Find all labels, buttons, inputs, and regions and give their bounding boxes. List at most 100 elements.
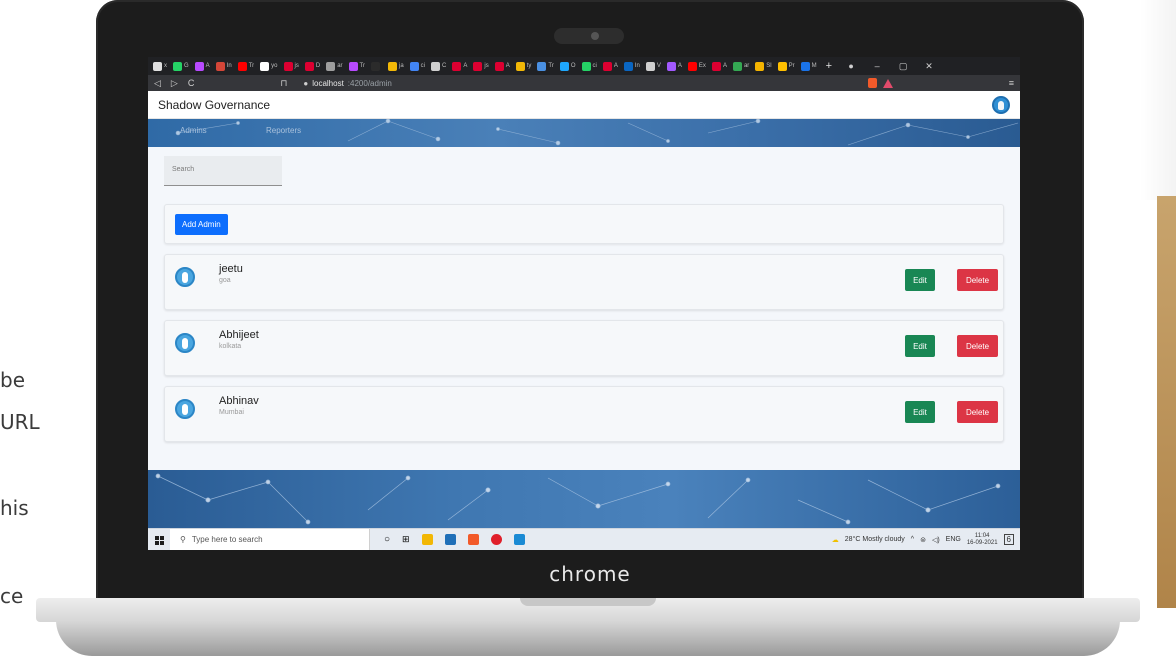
browser-tab[interactable]: O bbox=[558, 59, 578, 73]
browser-tab[interactable]: x bbox=[151, 59, 169, 73]
browser-tab-strip: x G A In Tr yo js Dar Tr ja ci C Ajs Aty Tr Oci A In V A Ex A… bbox=[148, 57, 1020, 75]
tab-label: Pr bbox=[788, 63, 795, 69]
language-indicator[interactable]: ENG bbox=[946, 536, 961, 543]
search-placeholder: Search bbox=[172, 166, 195, 173]
delete-button[interactable]: Delete bbox=[957, 335, 998, 357]
browser-tab[interactable]: js bbox=[471, 59, 490, 73]
tab-favicon-icon bbox=[687, 61, 697, 71]
delete-button[interactable]: Delete bbox=[957, 269, 998, 291]
bookmark-icon[interactable]: ⊓ bbox=[280, 78, 287, 89]
minimize-icon[interactable]: – bbox=[865, 61, 889, 71]
tab-label: ci bbox=[420, 63, 425, 69]
user-avatar-icon[interactable] bbox=[992, 95, 1010, 114]
wifi-icon[interactable]: ⊜ bbox=[920, 536, 926, 544]
browser-tab[interactable]: A bbox=[493, 59, 512, 73]
browser-tab[interactable]: ar bbox=[324, 59, 344, 73]
mail-icon[interactable] bbox=[444, 534, 456, 545]
app-title: Shadow Governance bbox=[158, 97, 271, 112]
tab-favicon-icon bbox=[581, 61, 591, 71]
tab-favicon-icon bbox=[304, 61, 314, 71]
url-field[interactable]: ● localhost:4200/admin bbox=[297, 77, 397, 89]
admin-name: Abhijeet bbox=[219, 329, 259, 341]
browser-tab[interactable]: V bbox=[644, 59, 663, 73]
delete-button[interactable]: Delete bbox=[957, 401, 998, 423]
browser-tab[interactable]: Pr bbox=[776, 59, 797, 73]
laptop-base-bottom bbox=[56, 620, 1120, 656]
edit-button[interactable]: Edit bbox=[905, 401, 935, 423]
browser-tab[interactable]: yo bbox=[258, 59, 279, 73]
weather-text[interactable]: 28°C Mostly cloudy bbox=[845, 536, 905, 543]
edit-button[interactable]: Edit bbox=[905, 269, 935, 291]
tab-favicon-icon bbox=[623, 61, 633, 71]
slide-gold-band bbox=[1157, 196, 1176, 608]
edit-button[interactable]: Edit bbox=[905, 335, 935, 357]
notification-icon[interactable]: 6 bbox=[1003, 534, 1014, 545]
tab-favicon-icon bbox=[431, 61, 440, 71]
brave-rewards-icon[interactable] bbox=[882, 78, 893, 88]
browser-tab[interactable]: D bbox=[303, 59, 322, 73]
webcam-bar bbox=[554, 28, 624, 44]
brave-shield-icon[interactable] bbox=[867, 78, 877, 88]
tab-favicon-icon bbox=[194, 61, 204, 71]
browser-tab[interactable]: ci bbox=[580, 59, 599, 73]
browser-tab[interactable]: Tr bbox=[535, 59, 555, 73]
back-icon[interactable]: ◁ bbox=[154, 78, 161, 89]
browser-tab[interactable]: ci bbox=[408, 59, 427, 73]
browser-tab[interactable]: js bbox=[282, 59, 301, 73]
search-input[interactable]: Search bbox=[164, 156, 282, 186]
task-view-icon[interactable]: ⊞ bbox=[402, 534, 410, 545]
add-admin-button[interactable]: Add Admin bbox=[175, 213, 228, 235]
tab-favicon-icon bbox=[515, 61, 525, 71]
windows-start-icon[interactable] bbox=[148, 529, 170, 551]
browser-tab[interactable]: C bbox=[429, 59, 448, 73]
browser-tab[interactable]: ar bbox=[731, 59, 751, 73]
tab-reporters[interactable]: Reporters bbox=[266, 126, 301, 135]
maximize-icon[interactable]: ▢ bbox=[891, 61, 915, 72]
file-explorer-icon[interactable] bbox=[421, 534, 433, 545]
tab-admins[interactable]: Admins bbox=[180, 126, 207, 135]
browser-tab[interactable]: ja bbox=[386, 59, 406, 73]
vscode-icon[interactable] bbox=[513, 534, 525, 545]
tab-favicon-icon bbox=[711, 61, 721, 71]
tab-label: Tr bbox=[548, 63, 554, 69]
screenshot-stage: be URL his ce x G A In Tr yo js Dar Tr ja ci C Ajs At… bbox=[0, 0, 1176, 656]
browser-tab[interactable]: A bbox=[665, 59, 684, 73]
tab-favicon-icon bbox=[283, 61, 293, 71]
tab-label: ar bbox=[337, 63, 343, 69]
tray-chevron-icon[interactable]: ^ bbox=[911, 536, 914, 543]
tab-favicon-icon bbox=[370, 61, 380, 71]
tab-label: A bbox=[677, 63, 682, 69]
reload-icon[interactable]: C bbox=[188, 78, 195, 88]
browser-tab[interactable]: A bbox=[601, 59, 620, 73]
browser-tab[interactable]: ty bbox=[514, 59, 534, 73]
close-icon[interactable]: ✕ bbox=[917, 61, 941, 72]
browser-tab[interactable]: In bbox=[622, 59, 642, 73]
browser-tab[interactable]: Sl bbox=[753, 59, 773, 73]
clock[interactable]: 11:04 16-09-2021 bbox=[967, 533, 998, 547]
taskbar-search-input[interactable]: ⚲ Type here to search bbox=[170, 528, 370, 550]
profile-icon[interactable]: ● bbox=[839, 61, 863, 71]
cortana-icon[interactable]: ○ bbox=[384, 534, 390, 545]
volume-icon[interactable]: ◁) bbox=[932, 536, 940, 544]
admin-avatar-icon bbox=[175, 399, 195, 419]
browser-tab[interactable]: Tr bbox=[347, 59, 367, 73]
browser-tab[interactable]: G bbox=[171, 59, 191, 73]
new-tab-button[interactable]: + bbox=[821, 60, 837, 72]
browser-tab[interactable]: Tr bbox=[236, 59, 256, 73]
slide-text-line: ce bbox=[0, 584, 24, 608]
forward-icon[interactable]: ▷ bbox=[171, 78, 178, 89]
browser-tab[interactable]: M bbox=[799, 59, 819, 73]
browser-tab[interactable]: A bbox=[710, 59, 729, 73]
browser-tab[interactable]: Ex bbox=[686, 59, 708, 73]
browser-menu-icon[interactable]: ≡ bbox=[1009, 78, 1014, 88]
browser-tab[interactable] bbox=[369, 59, 384, 73]
site-info-icon[interactable]: ● bbox=[303, 79, 308, 88]
browser-tab[interactable]: A bbox=[450, 59, 469, 73]
opera-icon[interactable] bbox=[490, 534, 502, 545]
tab-favicon-icon bbox=[732, 61, 742, 71]
browser-tab[interactable]: In bbox=[214, 59, 234, 73]
tab-label: M bbox=[811, 63, 817, 69]
search-icon: ⚲ bbox=[180, 535, 186, 544]
browser-tab[interactable]: A bbox=[193, 59, 212, 73]
brave-browser-icon[interactable] bbox=[467, 534, 479, 545]
